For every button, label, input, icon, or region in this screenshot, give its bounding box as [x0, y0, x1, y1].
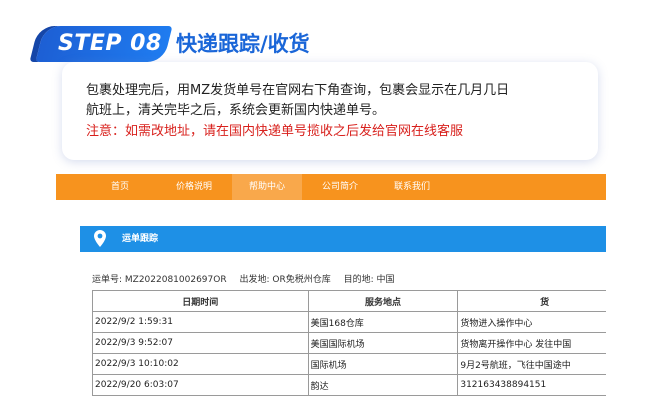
table-row: 2022/9/2 1:59:31 美国168仓库 货物进入操作中心 [92, 311, 606, 333]
origin: 出发地: OR免税州仓库 [239, 275, 331, 285]
tracking-panel-header: 运单跟踪 [80, 226, 606, 252]
location-pin-icon [94, 230, 106, 247]
nav-item-about[interactable]: 公司简介 [306, 174, 374, 200]
tracking-table: 日期时间 服务地点 货 2022/9/2 1:59:31 美国168仓库 货物进… [92, 290, 606, 396]
cell-location: 美国国际机场 [307, 332, 459, 354]
cell-datetime: 2022/9/2 1:59:31 [92, 311, 309, 333]
cell-location: 美国168仓库 [307, 311, 459, 333]
destination: 目的地: 中国 [343, 275, 395, 285]
cell-location: 国际机场 [307, 353, 459, 375]
cell-status: 9月2号航班，飞往中国途中 [457, 353, 606, 375]
col-header-status: 货 [457, 290, 606, 312]
nav-item-help[interactable]: 帮助中心 [232, 174, 302, 200]
waybill-meta: 运单号: MZ2022081002697OR 出发地: OR免税州仓库 目的地:… [92, 272, 405, 285]
cell-status: 312163438894151 [457, 374, 606, 396]
cell-status: 货物进入操作中心 [457, 311, 606, 333]
website-screenshot: 首页 价格说明 帮助中心 公司简介 联系我们 运单跟踪 运单号: MZ20220… [0, 0, 606, 420]
table-row: 2022/9/3 10:10:02 国际机场 9月2号航班，飞往中国途中 [92, 353, 606, 375]
cell-location: 韵达 [307, 374, 459, 396]
nav-item-contact[interactable]: 联系我们 [378, 174, 446, 200]
table-row: 2022/9/20 6:03:07 韵达 312163438894151 [92, 374, 606, 396]
cell-datetime: 2022/9/20 6:03:07 [92, 374, 309, 396]
nav-item-home[interactable]: 首页 [94, 174, 146, 200]
col-header-location: 服务地点 [307, 290, 459, 312]
cell-datetime: 2022/9/3 9:52:07 [92, 332, 309, 354]
panel-title: 运单跟踪 [122, 234, 159, 244]
cell-datetime: 2022/9/3 10:10:02 [92, 353, 309, 375]
nav-item-pricing[interactable]: 价格说明 [160, 174, 228, 200]
table-row: 2022/9/3 9:52:07 美国国际机场 货物离开操作中心 发往中国 [92, 332, 606, 354]
waybill-number: 运单号: MZ2022081002697OR [92, 275, 227, 285]
site-navbar: 首页 价格说明 帮助中心 公司简介 联系我们 [56, 174, 606, 200]
col-header-datetime: 日期时间 [92, 290, 309, 312]
cell-status: 货物离开操作中心 发往中国 [457, 332, 606, 354]
table-header-row: 日期时间 服务地点 货 [92, 290, 606, 312]
